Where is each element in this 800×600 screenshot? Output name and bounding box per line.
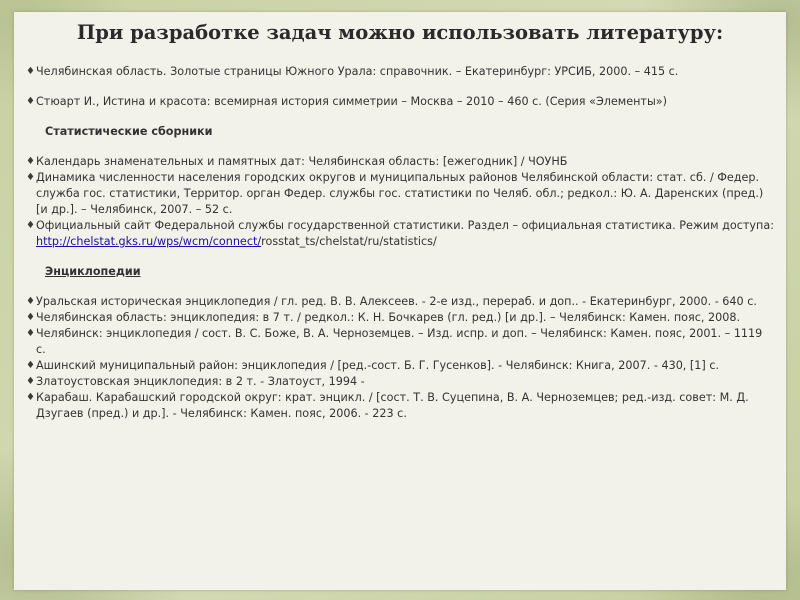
diamond-bullet-icon: ♦ (26, 360, 35, 371)
list-item: ♦ Карабаш. Карабашский городской округ: … (26, 390, 774, 422)
diamond-bullet-icon: ♦ (26, 376, 35, 387)
list-item-text: Стюарт И., Истина и красота: всемирная и… (36, 95, 667, 108)
diamond-bullet-icon: ♦ (26, 66, 35, 77)
list-item: ♦ Челябинск: энциклопедия / сост. В. С. … (26, 326, 774, 358)
section-heading-encyclopedias: Энциклопедии (45, 265, 141, 278)
list-item: ♦ Ашинский муниципальный район: энциклоп… (26, 358, 774, 374)
list-item: ♦ Стюарт И., Истина и красота: всемирная… (26, 94, 774, 110)
diamond-bullet-icon: ♦ (26, 220, 35, 231)
diamond-bullet-icon: ♦ (26, 96, 35, 107)
list-item: ♦ Официальный сайт Федеральной службы го… (26, 218, 774, 250)
list-item: ♦ Динамика численности населения городск… (26, 170, 774, 218)
list-item-text: Челябинск: энциклопедия / сост. В. С. Бо… (36, 327, 763, 356)
list-item-text: Уральская историческая энциклопедия / гл… (36, 295, 757, 308)
list-item-text: Ашинский муниципальный район: энциклопед… (36, 359, 720, 372)
list-item: ♦ Златоустовская энциклопедия: в 2 т. - … (26, 374, 774, 390)
list-item: ♦ Уральская историческая энциклопедия / … (26, 294, 774, 310)
page-title: При разработке задач можно использовать … (76, 21, 724, 44)
section-heading-statistics: Статистические сборники (45, 125, 213, 138)
list-item: ♦ Челябинская область. Золотые страницы … (26, 64, 774, 80)
diamond-bullet-icon: ♦ (26, 172, 35, 183)
slide: При разработке задач можно использовать … (14, 12, 786, 590)
diamond-bullet-icon: ♦ (26, 392, 35, 403)
list-item: ♦ Календарь знаменательных и памятных да… (26, 154, 774, 170)
list-item-text: Официальный сайт Федеральной службы госу… (36, 218, 774, 250)
list-item-text-suffix: rosstat_ts/chelstat/ru/statistics/ (261, 235, 437, 248)
diamond-bullet-icon: ♦ (26, 328, 35, 339)
diamond-bullet-icon: ♦ (26, 312, 35, 323)
list-item-text: Карабаш. Карабашский городской округ: кр… (36, 391, 749, 420)
diamond-bullet-icon: ♦ (26, 296, 35, 307)
list-item-text: Златоустовская энциклопедия: в 2 т. - Зл… (36, 375, 365, 388)
statistics-link[interactable]: http://chelstat.gks.ru/wps/wcm/connect/ (36, 235, 261, 248)
list-item-text: Челябинская область. Золотые страницы Юж… (36, 65, 679, 78)
list-item: ♦ Челябинская область: энциклопедия: в 7… (26, 310, 774, 326)
diamond-bullet-icon: ♦ (26, 156, 35, 167)
list-item-text: Челябинская область: энциклопедия: в 7 т… (36, 311, 741, 324)
list-item-text: Календарь знаменательных и памятных дат:… (36, 155, 568, 168)
list-item-text-prefix: Официальный сайт Федеральной службы госу… (36, 219, 774, 232)
list-item-text: Динамика численности населения городских… (36, 171, 764, 216)
